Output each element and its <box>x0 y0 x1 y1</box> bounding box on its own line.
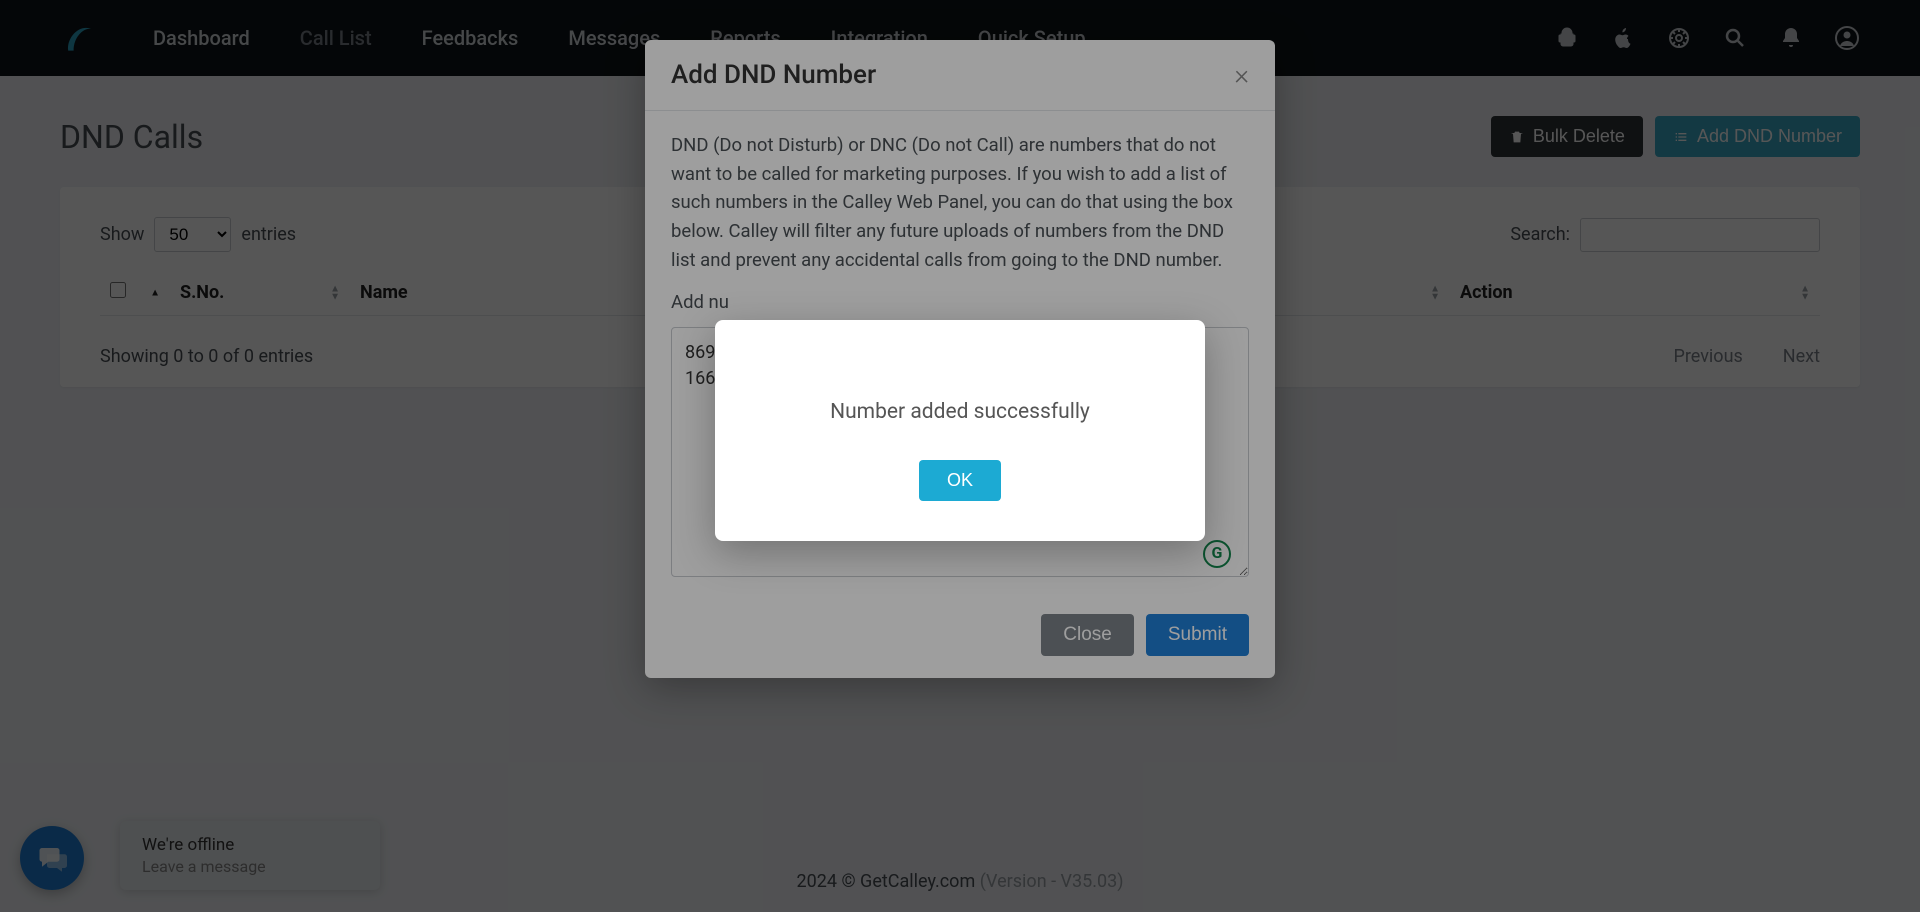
success-alert: Number added successfully OK <box>715 320 1205 541</box>
alert-ok-button[interactable]: OK <box>919 460 1001 501</box>
alert-message: Number added successfully <box>745 400 1175 424</box>
